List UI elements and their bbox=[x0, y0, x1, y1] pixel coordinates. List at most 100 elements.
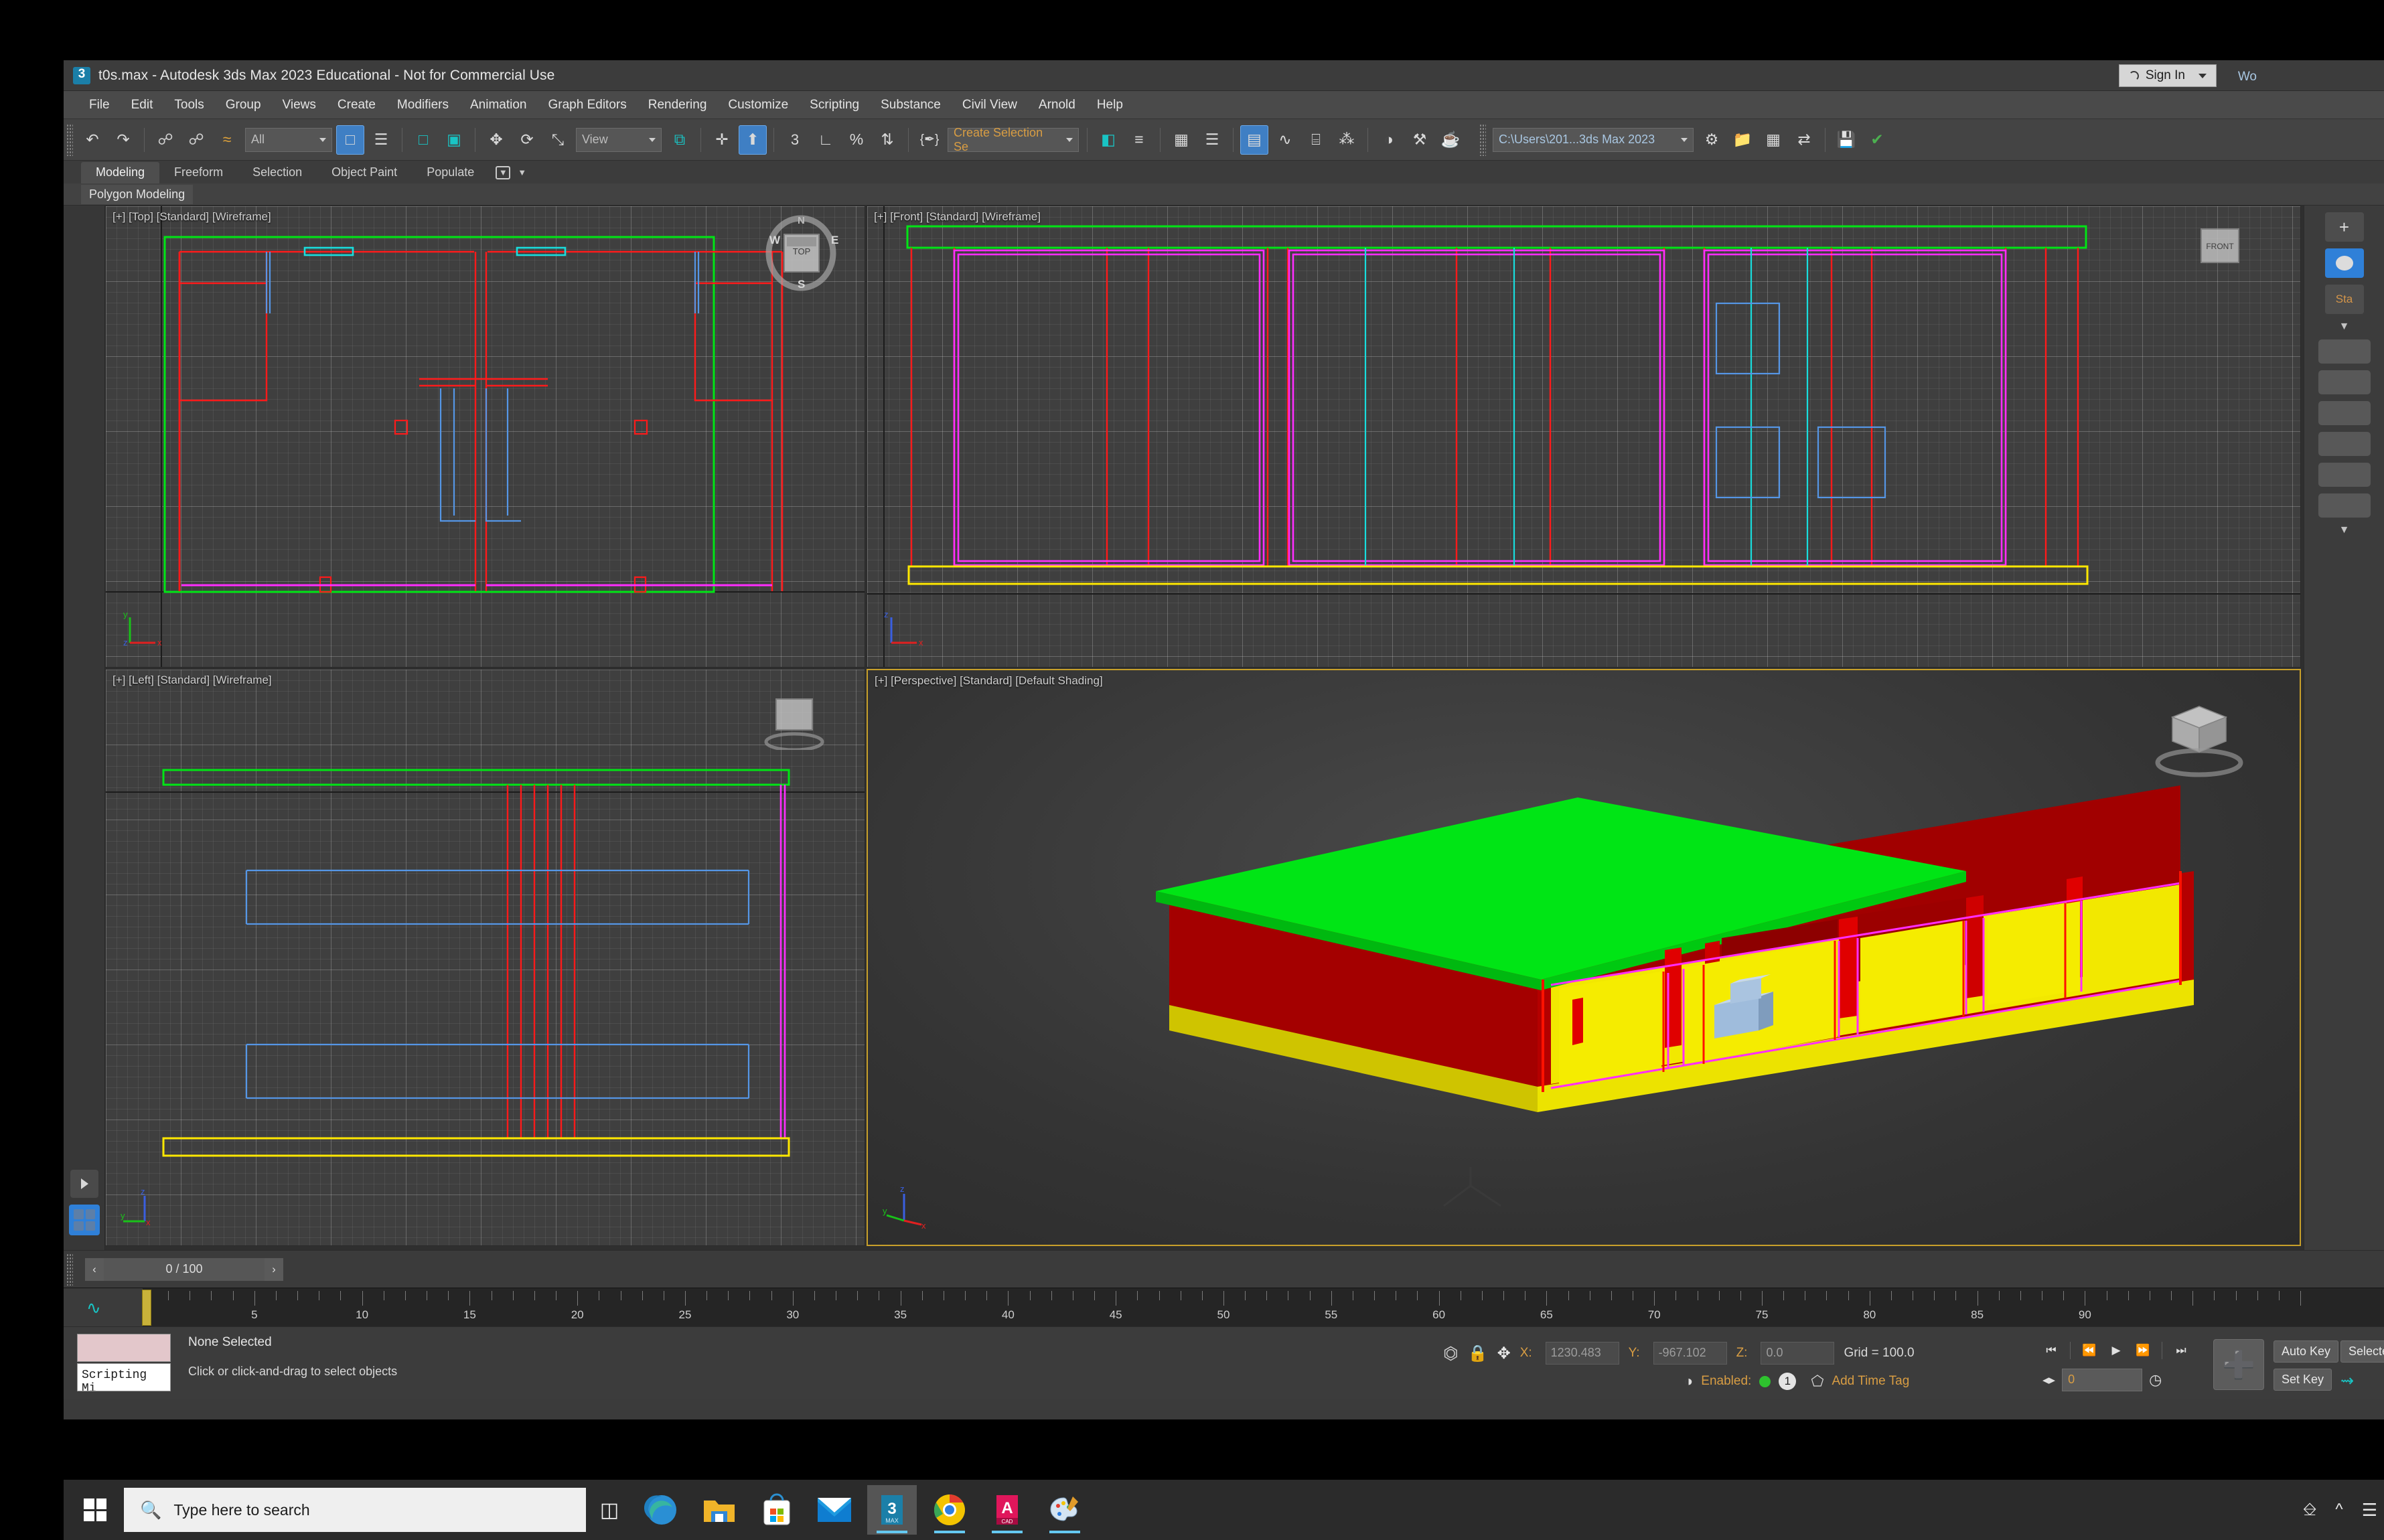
set-key-mode-icon[interactable]: ⇝ bbox=[2340, 1371, 2354, 1391]
next-frame-button[interactable]: ⏩ bbox=[2131, 1339, 2155, 1362]
rectangular-selection-region-button[interactable]: □ bbox=[409, 125, 437, 155]
percent-snap-toggle-button[interactable]: % bbox=[842, 125, 871, 155]
3dsmax-icon[interactable]: 3 MAX bbox=[867, 1485, 917, 1535]
angle-snap-toggle-button[interactable]: ∟ bbox=[812, 125, 840, 155]
paint-icon[interactable] bbox=[1040, 1485, 1090, 1535]
rollout-caret-icon[interactable]: ▼ bbox=[2304, 524, 2384, 536]
set-key-button[interactable]: Set Key bbox=[2274, 1369, 2332, 1391]
menu-item-edit[interactable]: Edit bbox=[121, 94, 164, 116]
material-editor-button[interactable]: ◑ bbox=[1375, 125, 1403, 155]
toggle-ribbon-button[interactable]: ▤ bbox=[1240, 125, 1268, 155]
menu-item-tools[interactable]: Tools bbox=[163, 94, 214, 116]
render-setup-button[interactable]: ⚒ bbox=[1406, 125, 1434, 155]
viewcube-top[interactable]: TOP W E S N bbox=[757, 213, 844, 293]
open-project-folder-button[interactable]: 📁 bbox=[1728, 125, 1757, 155]
sign-in-button[interactable]: Sign In bbox=[2118, 64, 2217, 87]
standard-primitives-dropdown[interactable]: Sta bbox=[2324, 285, 2364, 314]
select-and-link-button[interactable]: ☍ bbox=[151, 125, 179, 155]
viewport-left-label[interactable]: [+] [Left] [Standard] [Wireframe] bbox=[113, 674, 272, 687]
render-production-button[interactable]: ☕ bbox=[1436, 125, 1465, 155]
ribbon-tab-populate[interactable]: Populate bbox=[412, 162, 489, 183]
project-folder-settings-button[interactable]: ⚙ bbox=[1698, 125, 1726, 155]
auto-key-button[interactable]: Auto Key bbox=[2274, 1340, 2339, 1363]
viewport-top[interactable]: [+] [Top] [Standard] [Wireframe] TOP W E… bbox=[105, 206, 865, 668]
save-scene-button[interactable]: 💾 bbox=[1832, 125, 1860, 155]
viewcube-left[interactable] bbox=[757, 690, 831, 750]
viewport-top-label[interactable]: [+] [Top] [Standard] [Wireframe] bbox=[113, 210, 271, 224]
adaptive-degradation-icon[interactable]: ◑ bbox=[1684, 1373, 1693, 1390]
file-explorer-icon[interactable] bbox=[694, 1485, 744, 1535]
track-bar-filter-button[interactable]: ∿ bbox=[64, 1288, 143, 1326]
go-to-start-button[interactable]: ⏮ bbox=[2039, 1339, 2063, 1362]
key-mode-toggle-icon[interactable]: ◂▸ bbox=[2042, 1373, 2055, 1388]
set-keys-button[interactable]: ➕ bbox=[2213, 1339, 2264, 1390]
start-button[interactable] bbox=[84, 1498, 106, 1521]
polygon-modeling-panel[interactable]: Polygon Modeling bbox=[81, 184, 194, 204]
ribbon-tab-freeform[interactable]: Freeform bbox=[159, 162, 238, 183]
current-frame-field[interactable]: 0 / 100 bbox=[104, 1257, 265, 1281]
menu-item-help[interactable]: Help bbox=[1086, 94, 1134, 116]
menu-item-group[interactable]: Group bbox=[215, 94, 272, 116]
motion-paths-button[interactable]: ⁂ bbox=[1333, 125, 1361, 155]
time-slider[interactable]: ‹ 0 / 100 › bbox=[85, 1257, 283, 1281]
select-and-manipulate-button[interactable]: ✛ bbox=[708, 125, 736, 155]
object-type-button[interactable] bbox=[2318, 370, 2371, 394]
menu-item-modifiers[interactable]: Modifiers bbox=[386, 94, 459, 116]
curve-editor-button[interactable]: ∿ bbox=[1271, 125, 1299, 155]
asset-tracking-button[interactable]: ▦ bbox=[1759, 125, 1787, 155]
reference-coordinate-system-dropdown[interactable]: View bbox=[576, 127, 662, 152]
create-panel-button[interactable]: + bbox=[2324, 212, 2364, 242]
ribbon-overflow-button[interactable]: ▼ ▼ bbox=[489, 161, 541, 183]
show-hidden-icons-icon[interactable]: ^ bbox=[2335, 1500, 2342, 1519]
absolute-relative-transform-toggle-icon[interactable]: ✥ bbox=[1497, 1344, 1511, 1363]
track-bar-ruler[interactable]: ∿ 5 10 15 20 25 30 35 40 45 50 55 60 65 70 75 80 85 90 bbox=[64, 1288, 2384, 1326]
edit-named-selection-sets-button[interactable]: {✒} bbox=[915, 125, 944, 155]
menu-item-substance[interactable]: Substance bbox=[870, 94, 952, 116]
toolbar-grip[interactable] bbox=[66, 123, 73, 156]
selection-filter-dropdown[interactable]: All bbox=[245, 127, 332, 152]
maxscript-mini-listener[interactable]: Scripting Mi bbox=[77, 1363, 171, 1391]
current-frame-spinner[interactable]: 0 bbox=[2062, 1369, 2143, 1391]
snaps-toggle-button[interactable]: ⬆ bbox=[739, 125, 767, 155]
viewport-perspective-label[interactable]: [+] [Perspective] [Standard] [Default Sh… bbox=[875, 674, 1103, 688]
previous-frame-nav-button[interactable]: ‹ bbox=[85, 1257, 104, 1281]
maxscript-listener-output[interactable] bbox=[77, 1334, 171, 1362]
selection-lock-toggle-icon[interactable]: 🔒 bbox=[1468, 1344, 1488, 1363]
named-selection-set-dropdown[interactable]: Create Selection Se bbox=[948, 126, 1079, 153]
window-crossing-toggle-button[interactable]: ▣ bbox=[440, 125, 468, 155]
network-icon[interactable]: ☰ bbox=[2362, 1500, 2377, 1521]
scene-converter-button[interactable]: ⇄ bbox=[1790, 125, 1818, 155]
time-configuration-icon[interactable]: ◷ bbox=[2149, 1371, 2162, 1389]
next-frame-nav-button[interactable]: › bbox=[265, 1257, 283, 1281]
menu-item-create[interactable]: Create bbox=[327, 94, 386, 116]
previous-frame-button[interactable]: ⏪ bbox=[2077, 1339, 2101, 1362]
toolbar-grip-right[interactable] bbox=[1479, 123, 1486, 156]
ribbon-tab-selection[interactable]: Selection bbox=[238, 162, 317, 183]
time-slider-playhead[interactable] bbox=[142, 1290, 151, 1326]
z-coordinate-field[interactable]: 0.0 bbox=[1761, 1342, 1835, 1365]
select-by-name-button[interactable]: ☰ bbox=[367, 125, 395, 155]
object-type-button[interactable] bbox=[2318, 339, 2371, 364]
select-and-move-button[interactable]: ✥ bbox=[482, 125, 510, 155]
menu-item-animation[interactable]: Animation bbox=[459, 94, 538, 116]
mirror-button[interactable]: ◧ bbox=[1094, 125, 1122, 155]
google-chrome-icon[interactable] bbox=[925, 1485, 974, 1535]
add-time-tag-button[interactable]: Add Time Tag bbox=[1832, 1374, 1909, 1389]
spinner-snap-toggle-button[interactable]: ⇅ bbox=[873, 125, 901, 155]
viewport-perspective[interactable]: [+] [Perspective] [Standard] [Default Sh… bbox=[867, 669, 2301, 1246]
align-flyout-button[interactable]: ≡ bbox=[1125, 125, 1153, 155]
select-and-scale-button[interactable]: ⤡ bbox=[544, 125, 572, 155]
viewcube-front[interactable]: FRONT bbox=[2180, 217, 2260, 284]
undo-button[interactable]: ↶ bbox=[78, 125, 106, 155]
y-coordinate-field[interactable]: -967.102 bbox=[1653, 1342, 1727, 1365]
menu-item-arnold[interactable]: Arnold bbox=[1028, 94, 1086, 116]
project-path-dropdown[interactable]: C:\Users\201...3ds Max 2023 bbox=[1493, 127, 1694, 152]
object-type-button[interactable] bbox=[2318, 493, 2371, 518]
microsoft-edge-icon[interactable] bbox=[637, 1485, 686, 1535]
rollout-caret-icon[interactable]: ▼ bbox=[2304, 321, 2384, 333]
menu-item-civil-view[interactable]: Civil View bbox=[952, 94, 1028, 116]
scene-explorer-button[interactable]: ☰ bbox=[1198, 125, 1226, 155]
trackbar-grip[interactable] bbox=[66, 1253, 73, 1286]
x-coordinate-field[interactable]: 1230.483 bbox=[1545, 1342, 1619, 1365]
select-object-button[interactable]: □ bbox=[336, 125, 364, 155]
